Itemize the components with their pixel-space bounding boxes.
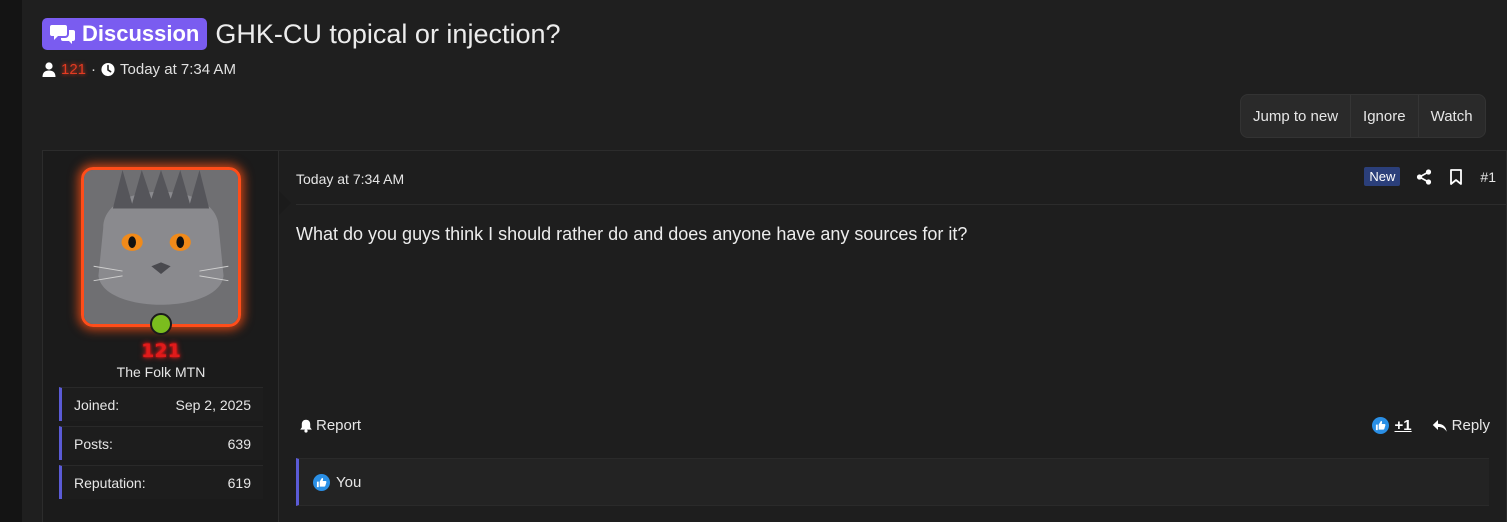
cat-avatar-image [84, 170, 238, 324]
stat-label: Posts: [74, 435, 113, 452]
post-body-text: What do you guys think I should rather d… [296, 224, 968, 244]
user-title: The Folk MTN [116, 364, 206, 380]
thumbs-up-icon [313, 473, 330, 491]
new-badge: New [1364, 167, 1401, 186]
post-date[interactable]: Today at 7:34 AM [296, 171, 404, 187]
meta-separator: · [91, 61, 97, 78]
stat-label: Reputation: [74, 474, 146, 491]
user-stat-joined: Joined: Sep 2, 2025 [59, 387, 263, 421]
thread-author-link[interactable]: 121 [61, 61, 86, 78]
post-header-divider [296, 204, 1507, 205]
post-author-username[interactable]: 121 [43, 340, 279, 362]
reaction-count[interactable]: +1 [1395, 417, 1412, 434]
bookmark-icon[interactable] [1448, 168, 1464, 185]
stat-value: 619 [227, 474, 251, 491]
report-link[interactable]: Report [299, 417, 361, 434]
post-footer-actions: +1 Reply [1371, 417, 1490, 434]
user-stat-posts: Posts: 639 [59, 426, 263, 460]
thread-start-time[interactable]: Today at 7:34 AM [120, 61, 236, 78]
reaction-summary[interactable]: +1 [1371, 417, 1412, 434]
thread-meta: 121 · Today at 7:34 AM [42, 61, 236, 78]
ignore-button[interactable]: Ignore [1351, 95, 1419, 137]
share-icon[interactable] [1416, 168, 1432, 185]
thread-title: GHK-CU topical or injection? [215, 18, 561, 49]
post-number-link[interactable]: #1 [1480, 169, 1496, 185]
reply-button[interactable]: Reply [1432, 417, 1490, 434]
thread-action-buttons: Jump to new Ignore Watch [1240, 94, 1486, 138]
stat-value: 639 [227, 435, 251, 452]
thread-page: Discussion GHK-CU topical or injection? … [22, 0, 1507, 522]
thumbs-up-icon [1371, 417, 1389, 434]
clock-icon [101, 62, 115, 77]
avatar[interactable] [81, 167, 241, 327]
reactions-users: You [336, 473, 362, 491]
watch-button[interactable]: Watch [1419, 95, 1485, 137]
post-header-actions: New #1 [1364, 167, 1496, 186]
user-icon [42, 62, 56, 77]
post-user-cell: 121 The Folk MTN Joined: Sep 2, 2025 Pos… [43, 151, 279, 522]
post-message: 121 The Folk MTN Joined: Sep 2, 2025 Pos… [42, 150, 1507, 522]
online-status-indicator [150, 313, 172, 335]
reply-icon [1432, 419, 1447, 432]
user-stat-reputation: Reputation: 619 [59, 465, 263, 499]
reply-label: Reply [1451, 417, 1490, 434]
report-label: Report [316, 417, 362, 434]
thread-prefix-badge[interactable]: Discussion [42, 18, 208, 50]
post-content: Today at 7:34 AM New #1 What do you guys… [279, 151, 1507, 522]
left-gutter [0, 0, 22, 522]
bell-icon [300, 419, 312, 433]
thread-header: Discussion GHK-CU topical or injection? [42, 18, 561, 50]
jump-to-new-button[interactable]: Jump to new [1241, 95, 1352, 137]
stat-value: Sep 2, 2025 [175, 396, 251, 413]
reactions-list-bar[interactable]: You [296, 458, 1489, 506]
stat-label: Joined: [74, 396, 120, 413]
thread-prefix-label: Discussion [82, 20, 200, 46]
chat-bubbles-icon [50, 24, 75, 44]
